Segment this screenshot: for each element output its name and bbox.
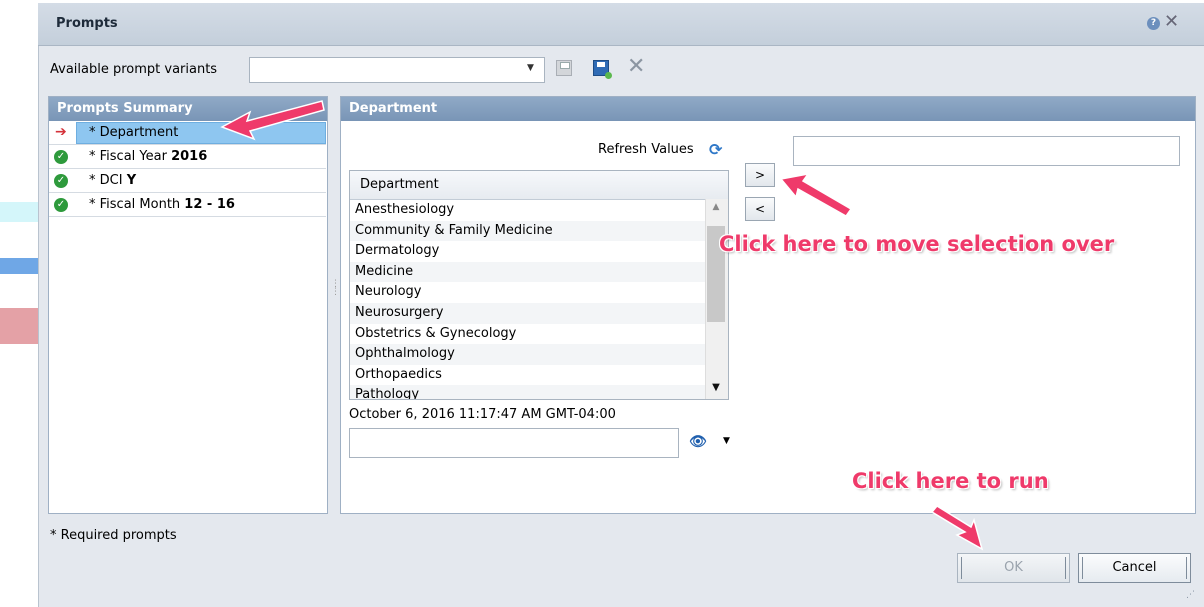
arrow-to-ok-button <box>930 505 984 551</box>
annotation-run: Click here to run <box>852 469 1049 493</box>
button-edge <box>1082 557 1083 579</box>
annotation-arrows <box>220 100 984 551</box>
ok-button-label: OK <box>1004 560 1023 575</box>
required-prompts-note: * Required prompts <box>50 528 177 543</box>
arrow-to-move-button <box>779 172 853 217</box>
resize-grip-icon[interactable]: ⋰ <box>1186 590 1195 600</box>
ok-button[interactable]: OK <box>957 553 1070 583</box>
arrow-to-department <box>220 100 325 141</box>
button-edge <box>1065 557 1066 579</box>
button-edge <box>1186 557 1187 579</box>
button-edge <box>961 557 962 579</box>
cancel-button[interactable]: Cancel <box>1078 553 1191 583</box>
annotation-move-selection: Click here to move selection over <box>719 232 1115 256</box>
cancel-button-label: Cancel <box>1112 560 1157 575</box>
